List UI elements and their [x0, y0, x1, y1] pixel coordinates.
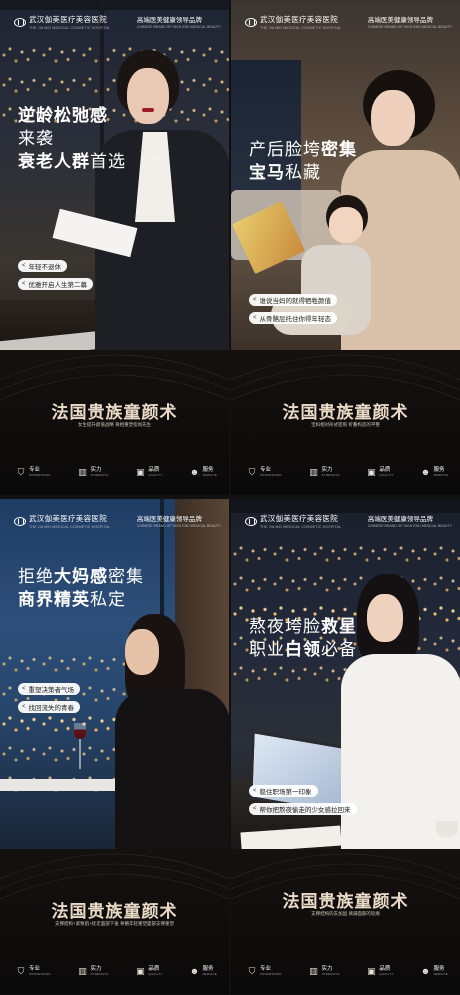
hospital-logo-icon	[14, 516, 26, 526]
poster-headline: 拒绝大妈感密集 商界精英私定	[18, 567, 144, 609]
chevron-left-icon: <	[22, 686, 26, 692]
tag-pill: < 找回流失的青春	[18, 701, 81, 713]
feature-profession: ⛉ 专业 PROFESSION	[248, 466, 282, 478]
poster-4: 武汉伽美医疗美容医院 THE JIA MEI MEDICAL COSMETIC …	[231, 499, 460, 994]
feature-strength: ▥ 实力 STRENGTH	[309, 965, 340, 977]
tag-list: < 重塑决策者气场 < 找回流失的青春	[18, 683, 81, 719]
person-icon: ☻	[189, 467, 200, 477]
feature-icons: ⛉ 专业 PROFESSION ▥ 实力 STRENGTH ▣ 品质 QUALITY ☻ 服务…	[247, 466, 448, 478]
poster-2: 武汉伽美医疗美容医院 THE JIA MEI MEDICAL COSMETIC …	[231, 0, 460, 495]
chevron-left-icon: <	[22, 281, 26, 287]
feature-service: ☻ 服务 SERVICE	[420, 467, 448, 477]
shield-icon: ⛉	[17, 965, 25, 976]
chevron-left-icon: <	[22, 263, 26, 269]
feature-strength: ▥ 实力 STRENGTH	[78, 466, 109, 478]
hospital-logo: 武汉伽美医疗美容医院 THE JIA MEI MEDICAL COSMETIC …	[245, 513, 341, 529]
hospital-logo: 武汉伽美医疗美容医院 THE JIA MEI MEDICAL COSMETIC …	[245, 14, 341, 30]
shield-icon: ⛉	[248, 466, 256, 477]
poster-grid: 武汉伽美医疗美容医院 THE JIA MEI MEDICAL COSMETIC …	[0, 0, 460, 995]
chevron-left-icon: <	[22, 704, 26, 710]
feature-service: ☻ 服务 SERVICE	[420, 966, 448, 976]
feature-profession: ⛉ 专业 PROFESSION	[17, 466, 51, 478]
poster-headline: 熬夜垮脸救星 职业白领必备	[249, 617, 357, 659]
poster-1: 武汉伽美医疗美容医院 THE JIA MEI MEDICAL COSMETIC …	[0, 0, 229, 495]
feature-quality: ▣ 品质 QUALITY	[367, 466, 394, 478]
person-icon: ☻	[420, 467, 431, 477]
bottom-band: 法国贵族童颜术 支撑结构+紧致肌+抚走面部下垂 骨骼年轻重塑面部支撑重塑 ⛉ 专业…	[0, 849, 229, 994]
businesswoman-figure	[341, 574, 460, 849]
badge-icon: ▣	[367, 965, 376, 976]
bars-icon: ▥	[309, 965, 318, 976]
feature-quality: ▣ 品质 QUALITY	[136, 965, 163, 977]
tag-list: < 稳住职场第一印象 < 帮你把熬夜偷走的少女感拉回来	[249, 785, 357, 821]
tag-pill: < 重塑决策者气场	[18, 683, 81, 695]
wine-glass-icon	[74, 723, 86, 779]
hospital-logo-icon	[245, 17, 257, 27]
office-scene	[0, 0, 229, 350]
shield-icon: ⛉	[248, 965, 256, 976]
feature-service: ☻ 服务 SERVICE	[189, 966, 217, 976]
chevron-left-icon: <	[253, 806, 257, 812]
tag-pill: < 优雅开启人生第二幕	[18, 278, 94, 290]
tag-pill: < 稳住职场第一印象	[249, 785, 318, 797]
feature-icons: ⛉ 专业 PROFESSION ▥ 实力 STRENGTH ▣ 品质 QUALITY ☻ 服务…	[16, 466, 217, 478]
badge-icon: ▣	[136, 965, 145, 976]
product-title: 法国贵族童颜术	[51, 902, 178, 922]
chevron-left-icon: <	[253, 297, 257, 303]
tag-pill: < 帮你把熬夜偷走的少女感拉回来	[249, 803, 357, 815]
businesswoman-figure	[95, 50, 229, 350]
feature-quality: ▣ 品质 QUALITY	[136, 466, 163, 478]
bottom-band: 法国贵族童颜术 宝妈相对形式密照 折叠构造的平整 ⛉ 专业 PROFESSION ▥…	[231, 350, 460, 495]
bars-icon: ▥	[78, 466, 87, 477]
brand-slogan: 高端医美健康领导品牌 CHINESE BRAND OF HIGH END MED…	[367, 17, 452, 29]
skyline-dinner-scene	[0, 499, 229, 849]
feature-profession: ⛉ 专业 PROFESSION	[17, 965, 51, 977]
feature-service: ☻ 服务 SERVICE	[189, 467, 217, 477]
businesswoman-figure	[95, 614, 229, 849]
poster-headline: 逆龄松弛感 来袭 衰老人群首选	[18, 106, 126, 171]
product-subtitle: 支撑结构的支加固 填满面部的轮廓	[311, 911, 380, 916]
hospital-logo: 武汉伽美医疗美容医院 THE JIA MEI MEDICAL COSMETIC …	[14, 14, 110, 30]
badge-icon: ▣	[136, 466, 145, 477]
product-subtitle: 宝妈相对形式密照 折叠构造的平整	[311, 422, 380, 427]
product-title: 法国贵族童颜术	[51, 403, 178, 423]
tag-pill: < 年轻不退休	[18, 260, 68, 272]
feature-icons: ⛉ 专业 PROFESSION ▥ 实力 STRENGTH ▣ 品质 QUALITY ☻ 服务…	[247, 965, 448, 977]
brand-slogan: 高端医美健康领导品牌 CHINESE BRAND OF HIGH END MED…	[136, 516, 221, 528]
chevron-left-icon: <	[253, 315, 257, 321]
person-icon: ☻	[420, 966, 431, 976]
poster-headline: 产后脸垮密集 宝马私藏	[249, 140, 357, 182]
badge-icon: ▣	[367, 466, 376, 477]
product-title: 法国贵族童颜术	[282, 403, 409, 423]
product-title: 法国贵族童颜术	[282, 892, 409, 912]
person-icon: ☻	[189, 966, 200, 976]
feature-profession: ⛉ 专业 PROFESSION	[248, 965, 282, 977]
feature-strength: ▥ 实力 STRENGTH	[309, 466, 340, 478]
feature-strength: ▥ 实力 STRENGTH	[78, 965, 109, 977]
hospital-logo: 武汉伽美医疗美容医院 THE JIA MEI MEDICAL COSMETIC …	[14, 513, 110, 529]
bars-icon: ▥	[309, 466, 318, 477]
product-subtitle: 支撑结构+紧致肌+抚走面部下垂 骨骼年轻重塑面部支撑重塑	[54, 921, 174, 926]
brand-slogan: 高端医美健康领导品牌 CHINESE BRAND OF HIGH END MED…	[367, 516, 452, 528]
tag-pill: < 谁说当妈的就得牺牲颜值	[249, 294, 338, 306]
bars-icon: ▥	[78, 965, 87, 976]
poster-3: 武汉伽美医疗美容医院 THE JIA MEI MEDICAL COSMETIC …	[0, 499, 229, 994]
shield-icon: ⛉	[17, 466, 25, 477]
tag-pill: < 从骨骼层托住你得年轻态	[249, 312, 338, 324]
hospital-logo-icon	[245, 516, 257, 526]
feature-icons: ⛉ 专业 PROFESSION ▥ 实力 STRENGTH ▣ 品质 QUALITY ☻ 服务…	[16, 965, 217, 977]
feature-quality: ▣ 品质 QUALITY	[367, 965, 394, 977]
tag-list: < 年轻不退休 < 优雅开启人生第二幕	[18, 260, 94, 296]
bottom-band: 法国贵族童颜术 女生提升颜值战略 骨相重塑指尚先生 ⛉ 专业 PROFESSION …	[0, 350, 229, 495]
hospital-logo-icon	[14, 17, 26, 27]
tag-list: < 谁说当妈的就得牺牲颜值 < 从骨骼层托住你得年轻态	[249, 294, 338, 330]
brand-slogan: 高端医美健康领导品牌 CHINESE BRAND OF HIGH END MED…	[136, 17, 221, 29]
bottom-band: 法国贵族童颜术 支撑结构的支加固 填满面部的轮廓 ⛉ 专业 PROFESSION ▥…	[231, 849, 460, 994]
chevron-left-icon: <	[253, 788, 257, 794]
product-subtitle: 女生提升颜值战略 骨相重塑指尚先生	[77, 422, 152, 427]
